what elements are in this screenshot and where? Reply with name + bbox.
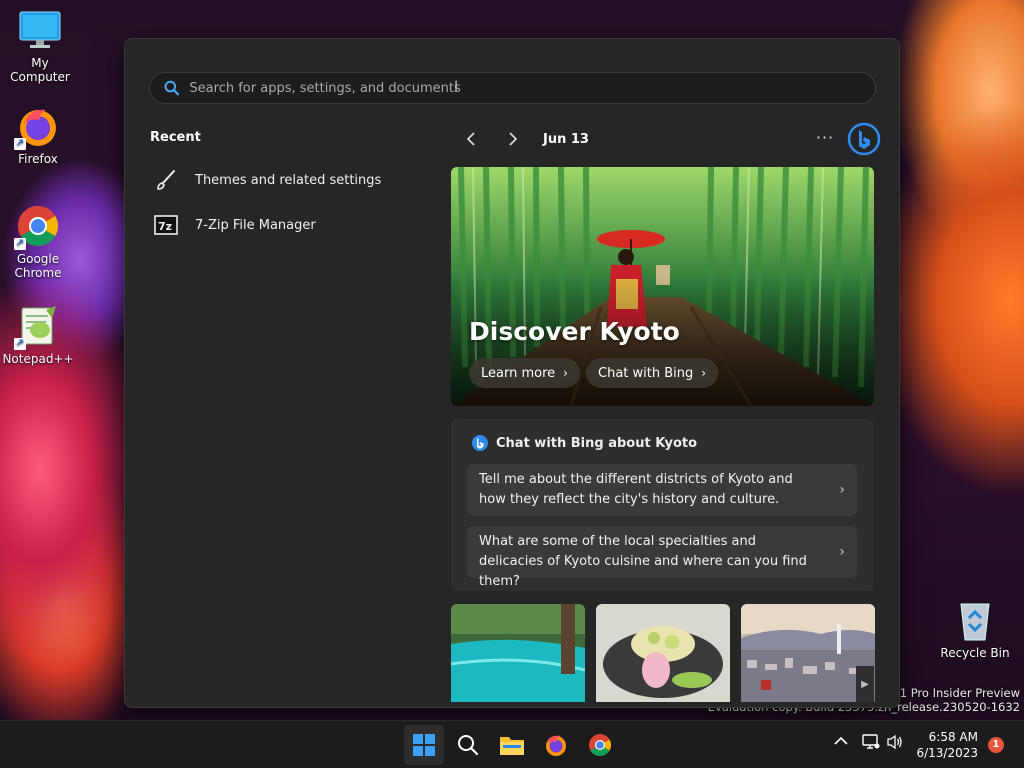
- recent-item-label: 7-Zip File Manager: [195, 217, 316, 233]
- chat-prompt-text: What are some of the local specialties a…: [479, 534, 807, 589]
- chevron-right-icon: ›: [701, 366, 707, 380]
- learn-more-button[interactable]: Learn more ›: [469, 358, 580, 388]
- notification-badge[interactable]: 1: [988, 737, 1004, 753]
- chevron-left-icon: [466, 132, 475, 146]
- chevron-right-icon: [509, 132, 518, 146]
- thumbnail-city[interactable]: [741, 604, 875, 702]
- firefox-icon: ↗: [14, 104, 60, 150]
- chevron-right-icon: ›: [563, 366, 568, 380]
- desktop-icon-label: My Computer: [10, 56, 70, 84]
- chat-with-bing-card: Chat with Bing about Kyoto Tell me about…: [451, 419, 874, 591]
- shortcut-arrow-icon: ↗: [14, 338, 26, 350]
- start-button[interactable]: [404, 725, 444, 765]
- desktop-icon-chrome[interactable]: ↗ Google Chrome: [0, 204, 76, 280]
- bing-logo-button[interactable]: [847, 122, 881, 156]
- desktop-icon-firefox[interactable]: ↗ Firefox: [0, 104, 76, 166]
- desktop-icon-label: Firefox: [18, 152, 58, 166]
- start-menu: I Recent Themes and related settings 7z …: [124, 38, 900, 708]
- network-icon: [862, 734, 880, 749]
- svg-text:7z: 7z: [158, 220, 172, 233]
- notepadpp-icon: ↗: [14, 304, 60, 350]
- chat-prompt-districts[interactable]: Tell me about the different districts of…: [467, 464, 857, 516]
- chat-prompt-cuisine[interactable]: What are some of the local specialties a…: [467, 526, 857, 589]
- taskbar-search-button[interactable]: [448, 725, 488, 765]
- taskbar-firefox[interactable]: [536, 725, 576, 765]
- hero-card-kyoto[interactable]: Discover Kyoto Learn more › Chat with Bi…: [451, 167, 874, 406]
- recent-item-7zip[interactable]: 7z 7-Zip File Manager: [151, 207, 421, 243]
- folder-icon: [500, 737, 524, 755]
- clock-time: 6:58 AM: [928, 730, 978, 744]
- clock-date: 6/13/2023: [916, 746, 978, 760]
- windows-logo-icon: [413, 734, 435, 756]
- city-image: [741, 604, 875, 702]
- next-day-button[interactable]: [497, 125, 529, 153]
- caret-right-icon: ▶: [861, 678, 869, 690]
- taskbar-chrome[interactable]: [580, 725, 620, 765]
- desktop-icon-my-computer[interactable]: My Computer: [2, 8, 78, 84]
- 7zip-icon: 7z: [151, 215, 181, 235]
- chrome-icon: ↗: [14, 204, 60, 250]
- taskbar: 6:58 AM 6/13/2023 1: [0, 720, 1024, 768]
- recent-item-themes[interactable]: Themes and related settings: [151, 162, 421, 198]
- chat-with-bing-button[interactable]: Chat with Bing ›: [586, 358, 719, 388]
- thumbnail-scroll-right-button[interactable]: ▶: [856, 666, 874, 702]
- chat-heading: Chat with Bing about Kyoto: [471, 434, 697, 452]
- desktop-icon-label: Notepad++: [2, 352, 74, 366]
- firefox-icon: [546, 735, 566, 756]
- search-icon: [458, 735, 479, 756]
- desktop-icon-label: Google Chrome: [14, 252, 62, 280]
- food-image: [596, 604, 730, 702]
- river-image: [451, 604, 585, 702]
- chrome-icon: [589, 734, 611, 756]
- network-button[interactable]: [862, 734, 880, 753]
- chat-prompt-text: Tell me about the different districts of…: [479, 472, 793, 507]
- recent-item-label: Themes and related settings: [195, 172, 382, 188]
- taskbar-file-explorer[interactable]: [492, 725, 532, 765]
- thumbnail-food[interactable]: [596, 604, 730, 702]
- chevron-right-icon: ›: [839, 544, 845, 560]
- paintbrush-icon: [151, 169, 181, 191]
- feed-nav: Jun 13 ···: [455, 122, 881, 156]
- desktop-icon-recycle-bin[interactable]: Recycle Bin: [936, 598, 1014, 660]
- prev-day-button[interactable]: [455, 125, 487, 153]
- desktop-icon-label: Recycle Bin: [940, 646, 1010, 660]
- bing-icon: [847, 122, 881, 156]
- recycle-bin-icon: [953, 598, 997, 642]
- monitor-icon: [18, 8, 62, 52]
- search-box[interactable]: I: [149, 72, 876, 104]
- chat-heading-label: Chat with Bing about Kyoto: [496, 435, 698, 451]
- chevron-right-icon: ›: [839, 482, 845, 498]
- thumbnail-river[interactable]: [451, 604, 585, 702]
- learn-more-label: Learn more: [481, 365, 556, 381]
- bing-chat-icon: [472, 435, 488, 451]
- speaker-icon: [887, 734, 902, 750]
- show-hidden-icons-button[interactable]: [834, 735, 848, 749]
- shortcut-arrow-icon: ↗: [14, 238, 26, 250]
- hero-title: Discover Kyoto: [469, 317, 680, 346]
- search-input[interactable]: [189, 80, 875, 96]
- volume-button[interactable]: [886, 734, 904, 753]
- more-options-button[interactable]: ···: [809, 125, 841, 153]
- desktop-icon-notepadpp[interactable]: ↗ Notepad++: [0, 304, 76, 366]
- taskbar-clock[interactable]: 6:58 AM 6/13/2023: [912, 729, 978, 761]
- chat-with-bing-label: Chat with Bing: [598, 365, 694, 381]
- feed-date: Jun 13: [543, 131, 589, 147]
- chevron-up-icon: [834, 736, 848, 745]
- text-cursor-icon: I: [454, 79, 459, 95]
- recent-heading: Recent: [150, 130, 201, 145]
- search-icon: [164, 80, 180, 96]
- shortcut-arrow-icon: ↗: [14, 138, 26, 150]
